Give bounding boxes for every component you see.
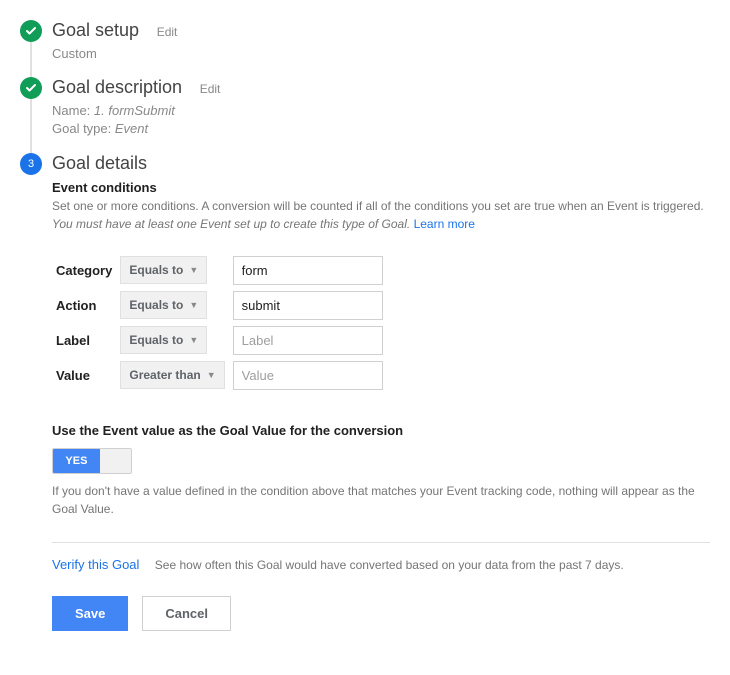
save-button[interactable]: Save [52, 596, 128, 631]
check-icon [20, 20, 42, 42]
goal-value-hint: If you don't have a value defined in the… [52, 482, 710, 518]
step-setup-title: Goal setup [52, 20, 139, 40]
condition-label: Category [52, 253, 116, 288]
action-value-input[interactable] [233, 291, 383, 320]
caret-down-icon: ▼ [189, 335, 198, 345]
cancel-button[interactable]: Cancel [142, 596, 231, 631]
value-value-input[interactable] [233, 361, 383, 390]
condition-label: Value [52, 358, 116, 393]
caret-down-icon: ▼ [207, 370, 216, 380]
verify-goal-link[interactable]: Verify this Goal [52, 557, 139, 572]
condition-label: Label [52, 323, 116, 358]
verify-row: Verify this Goal See how often this Goal… [52, 557, 710, 572]
label-value-input[interactable] [233, 326, 383, 355]
label-operator-dropdown[interactable]: Equals to ▼ [120, 326, 207, 354]
step-number-icon: 3 [20, 153, 42, 175]
goal-value-toggle[interactable]: YES [52, 448, 132, 474]
verify-goal-text: See how often this Goal would have conve… [155, 558, 624, 572]
event-conditions-heading: Event conditions [52, 180, 710, 195]
toggle-off-side [100, 449, 131, 473]
check-icon [20, 77, 42, 99]
step-description-sub: Name: 1. formSubmit Goal type: Event [52, 102, 710, 138]
caret-down-icon: ▼ [189, 300, 198, 310]
step-description-edit[interactable]: Edit [200, 82, 221, 96]
caret-down-icon: ▼ [189, 265, 198, 275]
divider [52, 542, 710, 543]
step-description-title: Goal description [52, 77, 182, 97]
step-setup-sub: Custom [52, 45, 710, 63]
condition-label: Action [52, 288, 116, 323]
condition-row-category: Category Equals to ▼ [52, 253, 387, 288]
conditions-table: Category Equals to ▼ Action Equals to ▼ [52, 253, 387, 393]
goal-value-heading: Use the Event value as the Goal Value fo… [52, 423, 710, 438]
condition-row-value: Value Greater than ▼ [52, 358, 387, 393]
value-operator-dropdown[interactable]: Greater than ▼ [120, 361, 224, 389]
condition-row-label: Label Equals to ▼ [52, 323, 387, 358]
step-details-title: Goal details [52, 153, 710, 174]
toggle-on-label: YES [53, 449, 100, 473]
action-operator-dropdown[interactable]: Equals to ▼ [120, 291, 207, 319]
event-conditions-desc: Set one or more conditions. A conversion… [52, 197, 710, 233]
learn-more-link[interactable]: Learn more [414, 217, 475, 231]
condition-row-action: Action Equals to ▼ [52, 288, 387, 323]
category-operator-dropdown[interactable]: Equals to ▼ [120, 256, 207, 284]
category-value-input[interactable] [233, 256, 383, 285]
step-setup-edit[interactable]: Edit [157, 25, 178, 39]
